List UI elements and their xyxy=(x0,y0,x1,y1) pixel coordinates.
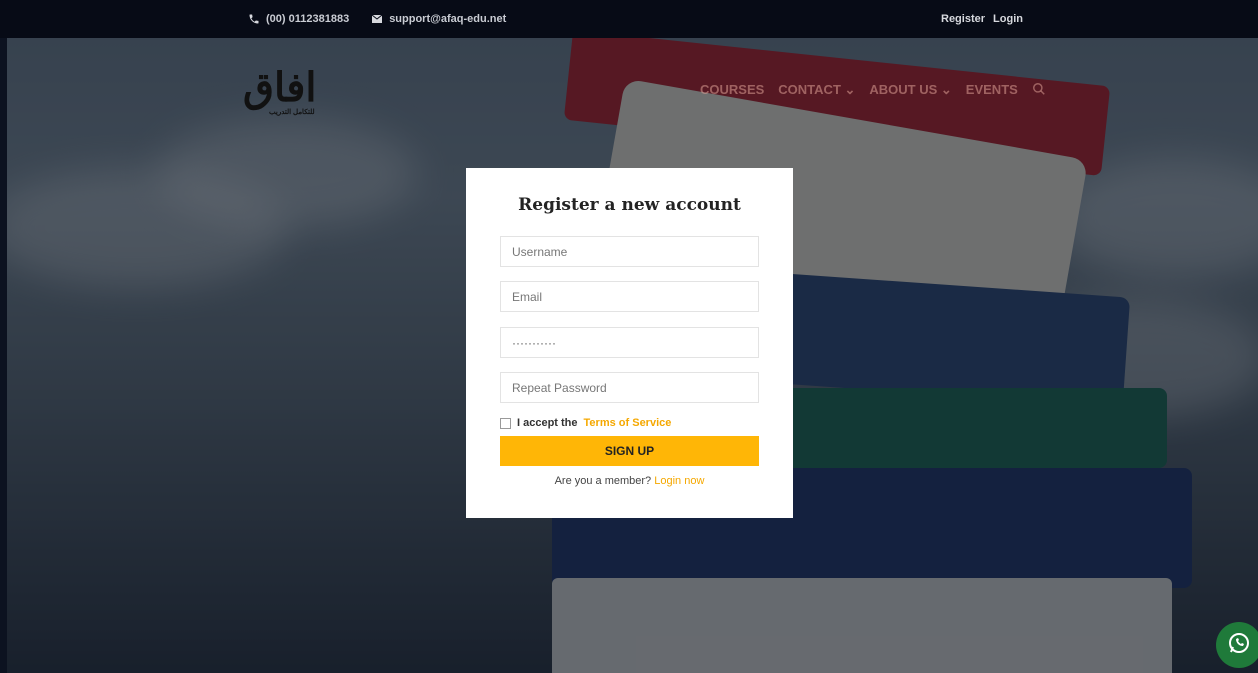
logo-tagline: للتكامل التدريب xyxy=(269,109,315,116)
nav-item-courses[interactable]: COURSES xyxy=(700,82,764,98)
terms-checkbox[interactable] xyxy=(500,417,511,429)
form-title: Register a new account xyxy=(518,195,741,215)
site-logo[interactable]: افاق للتكامل التدريب xyxy=(243,68,333,120)
password-input[interactable] xyxy=(500,327,759,358)
username-input[interactable] xyxy=(500,236,759,267)
mail-icon xyxy=(371,14,383,24)
top-bar: (00) 0112381883 support@afaq-edu.net Reg… xyxy=(0,0,1258,38)
member-prompt: Are you a member? Login now xyxy=(466,475,793,487)
phone-icon xyxy=(248,13,260,25)
main-nav: COURSES CONTACT ⌄ ABOUT US ⌄ EVENTS xyxy=(700,82,1046,98)
whatsapp-icon xyxy=(1227,631,1251,660)
phone-number: (00) 0112381883 xyxy=(266,13,350,25)
member-text: Are you a member? xyxy=(554,475,652,487)
search-icon[interactable] xyxy=(1032,82,1046,96)
nav-item-contact[interactable]: CONTACT ⌄ xyxy=(778,82,855,98)
login-link[interactable]: Login xyxy=(993,13,1023,25)
whatsapp-button[interactable] xyxy=(1216,622,1258,668)
sign-up-button[interactable]: SIGN UP xyxy=(500,436,759,466)
repeat-password-input[interactable] xyxy=(500,372,759,403)
nav-item-events[interactable]: EVENTS xyxy=(966,82,1018,98)
nav-item-about-us[interactable]: ABOUT US ⌄ xyxy=(869,82,951,98)
support-email[interactable]: support@afaq-edu.net xyxy=(389,13,506,25)
login-now-link[interactable]: Login now xyxy=(654,475,704,487)
terms-row: I accept the Terms of Service xyxy=(500,417,671,429)
accept-label: I accept the xyxy=(517,417,578,429)
register-link[interactable]: Register xyxy=(941,13,985,25)
email-input[interactable] xyxy=(500,281,759,312)
contact-info: (00) 0112381883 support@afaq-edu.net xyxy=(248,13,506,25)
terms-link[interactable]: Terms of Service xyxy=(584,417,672,429)
logo-mark: افاق xyxy=(243,64,317,111)
register-modal: Register a new account I accept the Term… xyxy=(466,168,793,518)
auth-links: Register Login xyxy=(941,13,1023,25)
